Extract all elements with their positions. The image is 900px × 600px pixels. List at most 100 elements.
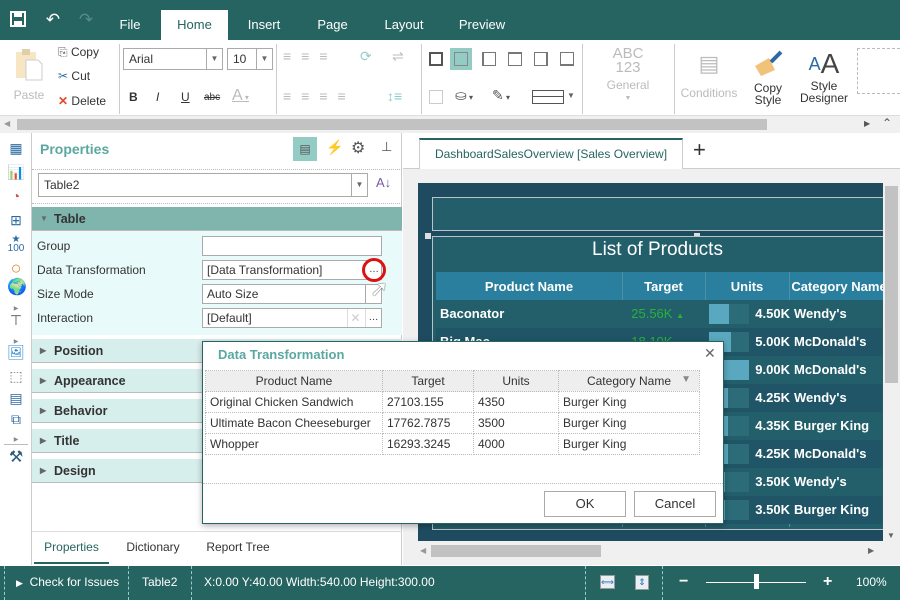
fit-height-icon[interactable]: ⇕ — [635, 575, 649, 590]
grid-cell[interactable]: Burger King — [558, 433, 700, 455]
column-header[interactable]: Product Name — [205, 370, 383, 392]
zoom-in-button[interactable]: + — [823, 566, 832, 600]
interaction-field[interactable]: [Default] ✕… — [202, 308, 382, 328]
component-select[interactable]: Table2 ▼ — [38, 173, 368, 197]
collapse-ribbon-icon[interactable]: ⌃ — [882, 116, 892, 130]
size-mode-select[interactable]: Auto Size — [202, 284, 382, 304]
paste-button[interactable]: Paste — [12, 48, 46, 114]
underline-button[interactable]: U — [181, 90, 190, 104]
column-header[interactable]: Target — [622, 279, 705, 294]
font-color-button[interactable]: A ▾ — [232, 87, 249, 105]
tab-file[interactable]: File — [105, 10, 155, 40]
grid-cell[interactable]: 17762.7875 — [382, 412, 474, 434]
column-header[interactable]: Category Name — [789, 279, 889, 294]
text-icon[interactable]: ▤ — [7, 389, 25, 407]
tab-report-tree[interactable]: Report Tree — [198, 532, 278, 564]
font-size-select[interactable]: 10 ▼ — [227, 48, 273, 70]
tab-insert[interactable]: Insert — [236, 10, 292, 40]
undo-icon[interactable]: ↶ — [43, 10, 63, 30]
ok-button[interactable]: OK — [544, 491, 626, 517]
progress-icon[interactable]: ○ — [7, 259, 25, 277]
table-row[interactable]: Baconator 25.56K ▲ 4.50K Wendy's — [436, 300, 882, 328]
fit-width-icon[interactable]: ⟺ — [600, 575, 615, 589]
data-transformation-field[interactable]: [Data Transformation]… — [202, 260, 382, 280]
border-color-button[interactable]: ✎ ▾ — [492, 87, 510, 104]
group-field[interactable] — [202, 236, 382, 256]
scroll-left-icon[interactable]: ◀ — [420, 546, 426, 555]
shadow-icon[interactable] — [429, 90, 443, 104]
grid-cell[interactable]: Burger King — [558, 391, 700, 413]
category-table[interactable]: ▼ Table — [32, 207, 402, 231]
sort-az-icon[interactable]: A↓ — [376, 175, 391, 190]
pin-icon[interactable]: ⊥ — [381, 139, 392, 155]
grid-cell[interactable]: Ultimate Bacon Cheeseburger — [205, 412, 383, 434]
horizontal-align-buttons[interactable]: ≡≡≡≡ — [283, 88, 356, 104]
line-spacing-icon[interactable]: ↕≡ — [387, 88, 402, 104]
cancel-button[interactable]: Cancel — [634, 491, 716, 517]
grid-row[interactable]: Original Chicken Sandwich 27103.155 4350 Bu… — [205, 391, 700, 413]
copy-button[interactable]: ⎘ Copy — [58, 45, 99, 60]
scroll-left-icon[interactable]: ◀ — [4, 119, 10, 128]
tab-home[interactable]: Home — [161, 10, 228, 40]
zoom-slider-thumb[interactable] — [754, 574, 759, 589]
tab-layout[interactable]: Layout — [376, 10, 432, 40]
grid-cell[interactable]: 4350 — [473, 391, 559, 413]
border-bottom-icon[interactable] — [560, 52, 574, 66]
property-grid-icon[interactable]: ▤ — [293, 137, 317, 161]
grid-cell[interactable]: Original Chicken Sandwich — [205, 391, 383, 413]
gauge-icon[interactable]: ◔ — [7, 187, 25, 205]
scroll-right-icon[interactable]: ▶ — [868, 546, 874, 555]
bold-button[interactable]: B — [129, 90, 138, 104]
panel-icon[interactable]: ⬚ — [7, 367, 25, 385]
copy-style-button[interactable]: Copy Style — [746, 50, 790, 106]
scroll-thumb[interactable] — [17, 119, 767, 130]
tab-page[interactable]: Page — [305, 10, 360, 40]
expand-icon[interactable]: ▶ — [7, 431, 25, 449]
column-header[interactable]: Units — [473, 370, 559, 392]
word-wrap-icon[interactable]: ⇌ — [392, 48, 404, 65]
grid-cell[interactable]: 3500 — [473, 412, 559, 434]
resize-handle[interactable] — [425, 233, 431, 239]
table-icon[interactable]: ▦ — [7, 139, 25, 157]
scroll-thumb[interactable] — [885, 186, 898, 383]
tab-dictionary[interactable]: Dictionary — [116, 532, 190, 564]
border-top-icon[interactable] — [508, 52, 522, 66]
delete-button[interactable]: ✕ Delete — [58, 94, 106, 108]
scroll-right-icon[interactable]: ▶ — [864, 119, 870, 128]
grid-cell[interactable]: 4000 — [473, 433, 559, 455]
font-family-select[interactable]: Arial ▼ — [123, 48, 223, 70]
tab-properties[interactable]: Properties — [34, 532, 109, 564]
rotate-icon[interactable]: ⟳ — [360, 48, 372, 65]
italic-button[interactable]: I — [156, 90, 159, 104]
fill-color-button[interactable]: ⛀ ▾ — [455, 87, 473, 104]
map-icon[interactable]: 🌍 — [7, 279, 27, 297]
border-all-icon[interactable] — [429, 52, 443, 66]
scroll-down-icon[interactable]: ▼ — [887, 531, 895, 540]
dashboard-header-panel[interactable] — [432, 197, 883, 231]
check-issues-button[interactable]: ▶ Check for Issues — [16, 566, 119, 600]
grid-row[interactable]: Ultimate Bacon Cheeseburger 17762.7875 350… — [205, 412, 700, 434]
add-page-button[interactable]: + — [693, 137, 706, 163]
border-left-icon[interactable] — [482, 52, 496, 66]
cut-button[interactable]: ✂ Cut — [58, 69, 90, 83]
chevron-down-icon[interactable]: ▼ — [567, 91, 575, 100]
grid-cell[interactable]: 16293.3245 — [382, 433, 474, 455]
redo-icon[interactable]: ↷ — [76, 10, 96, 30]
save-icon[interactable] — [8, 10, 28, 30]
tab-preview[interactable]: Preview — [450, 10, 514, 40]
strikethrough-button[interactable]: abc — [204, 92, 220, 103]
column-header[interactable]: Units — [705, 279, 789, 294]
filter-icon[interactable]: ⊤ — [7, 311, 25, 329]
vertical-align-buttons[interactable]: ≡≡≡ — [283, 48, 338, 64]
format-button[interactable]: ABC 123 General ▼ — [598, 46, 658, 106]
events-icon[interactable]: ⚡ — [326, 139, 343, 156]
border-none-button[interactable] — [450, 48, 472, 70]
grid-cell[interactable]: 27103.155 — [382, 391, 474, 413]
shape-icon[interactable]: ⧉ — [7, 410, 25, 428]
border-style-button[interactable] — [532, 90, 564, 104]
conditions-button[interactable]: ▤ Conditions — [680, 50, 738, 100]
column-header[interactable]: Category Name ▼ — [558, 370, 700, 392]
grid-cell[interactable]: Whopper — [205, 433, 383, 455]
tools-icon[interactable]: ⚒ — [7, 449, 25, 467]
border-right-icon[interactable] — [534, 52, 548, 66]
